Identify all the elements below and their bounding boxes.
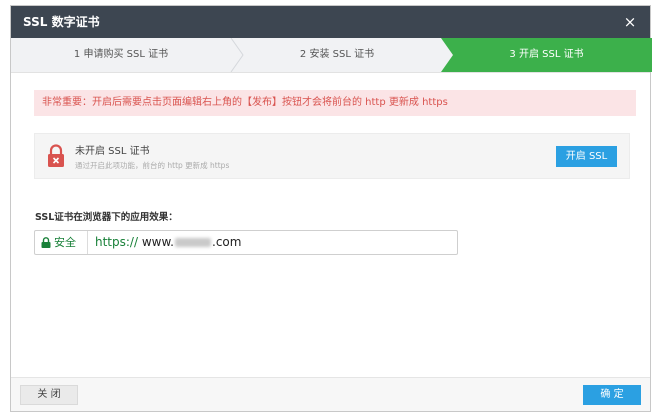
important-notice: 非常重要：开启后需要点击页面编辑右上角的【发布】按钮才会将前台的 http 更新…: [34, 90, 636, 116]
dialog-title: SSL 数字证书: [23, 15, 100, 29]
ssl-status-title: 未开启 SSL 证书: [75, 146, 150, 157]
secure-indicator: 安全: [35, 231, 88, 254]
enable-ssl-button[interactable]: 开启 SSL: [556, 146, 617, 167]
ssl-status-panel: 未开启 SSL 证书 通过开启此项功能，前台的 http 更新成 https 开…: [34, 133, 630, 179]
step-3-active: 3 开启 SSL 证书: [509, 49, 584, 60]
lock-icon: [48, 144, 64, 167]
step-1: 1 申请购买 SSL 证书: [73, 49, 169, 60]
step-progress: 1 申请购买 SSL 证书 2 安装 SSL 证书 3 开启 SSL 证书: [11, 38, 652, 73]
ssl-status-description: 通过开启此项功能，前台的 http 更新成 https: [75, 161, 230, 170]
dialog-titlebar: SSL 数字证书 ×: [11, 6, 650, 38]
url-host-prefix: www.: [141, 235, 174, 249]
secure-label: 安全: [54, 236, 76, 249]
ssl-dialog: SSL 数字证书 × 1 申请购买 SSL 证书 2 安装 SSL 证书 3 开…: [10, 5, 652, 412]
url-host-suffix: .com: [212, 235, 242, 249]
step-2: 2 安装 SSL 证书: [299, 49, 375, 60]
padlock-icon: [41, 237, 51, 248]
browser-effect-label: SSL证书在浏览器下的应用效果：: [35, 212, 178, 223]
blurred-domain: [175, 238, 211, 247]
dialog-footer: 关 闭 确 定: [11, 377, 650, 411]
close-icon[interactable]: ×: [618, 6, 642, 38]
confirm-button[interactable]: 确 定: [583, 385, 641, 405]
url-scheme: https://: [95, 235, 139, 249]
browser-url-bar: 安全 https:// www. .com: [34, 230, 458, 255]
close-button[interactable]: 关 闭: [20, 385, 78, 405]
url-text: https:// www. .com: [95, 231, 241, 254]
